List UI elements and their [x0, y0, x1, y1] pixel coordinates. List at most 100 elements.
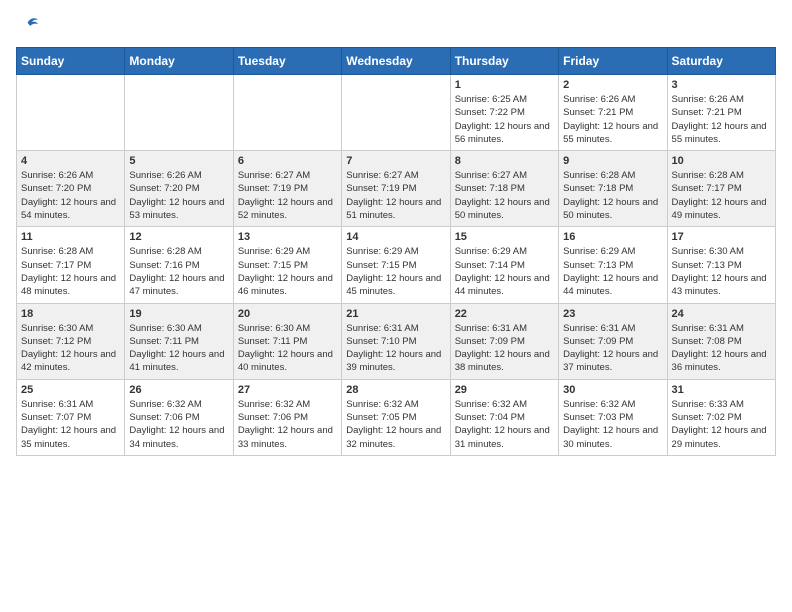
calendar-cell — [342, 75, 450, 151]
weekday-header-friday: Friday — [559, 48, 667, 75]
calendar-cell: 7 Sunrise: 6:27 AMSunset: 7:19 PMDaylight… — [342, 151, 450, 227]
day-info: Sunrise: 6:30 AMSunset: 7:11 PMDaylight:… — [129, 323, 224, 374]
day-info: Sunrise: 6:25 AMSunset: 7:22 PMDaylight:… — [455, 94, 550, 145]
calendar-cell: 26 Sunrise: 6:32 AMSunset: 7:06 PMDayligh… — [125, 379, 233, 455]
day-info: Sunrise: 6:26 AMSunset: 7:21 PMDaylight:… — [672, 94, 767, 145]
weekday-header-row: SundayMondayTuesdayWednesdayThursdayFrid… — [17, 48, 776, 75]
day-number: 21 — [346, 308, 445, 320]
day-info: Sunrise: 6:26 AMSunset: 7:20 PMDaylight:… — [21, 170, 116, 221]
day-number: 29 — [455, 384, 554, 396]
day-info: Sunrise: 6:30 AMSunset: 7:11 PMDaylight:… — [238, 323, 333, 374]
day-info: Sunrise: 6:27 AMSunset: 7:18 PMDaylight:… — [455, 170, 550, 221]
calendar-cell: 25 Sunrise: 6:31 AMSunset: 7:07 PMDayligh… — [17, 379, 125, 455]
day-info: Sunrise: 6:26 AMSunset: 7:21 PMDaylight:… — [563, 94, 658, 145]
day-number: 14 — [346, 231, 445, 243]
day-number: 3 — [672, 79, 771, 91]
calendar-cell: 4 Sunrise: 6:26 AMSunset: 7:20 PMDaylight… — [17, 151, 125, 227]
day-info: Sunrise: 6:31 AMSunset: 7:08 PMDaylight:… — [672, 323, 767, 374]
day-number: 22 — [455, 308, 554, 320]
calendar-cell — [17, 75, 125, 151]
calendar-cell: 22 Sunrise: 6:31 AMSunset: 7:09 PMDayligh… — [450, 303, 558, 379]
day-number: 19 — [129, 308, 228, 320]
week-row-1: 1 Sunrise: 6:25 AMSunset: 7:22 PMDaylight… — [17, 75, 776, 151]
day-info: Sunrise: 6:31 AMSunset: 7:09 PMDaylight:… — [455, 323, 550, 374]
calendar-cell: 14 Sunrise: 6:29 AMSunset: 7:15 PMDayligh… — [342, 227, 450, 303]
calendar-cell: 9 Sunrise: 6:28 AMSunset: 7:18 PMDaylight… — [559, 151, 667, 227]
day-number: 1 — [455, 79, 554, 91]
calendar-cell: 28 Sunrise: 6:32 AMSunset: 7:05 PMDayligh… — [342, 379, 450, 455]
day-number: 5 — [129, 155, 228, 167]
calendar-cell: 2 Sunrise: 6:26 AMSunset: 7:21 PMDaylight… — [559, 75, 667, 151]
day-number: 16 — [563, 231, 662, 243]
week-row-2: 4 Sunrise: 6:26 AMSunset: 7:20 PMDaylight… — [17, 151, 776, 227]
day-info: Sunrise: 6:33 AMSunset: 7:02 PMDaylight:… — [672, 399, 767, 450]
calendar-cell — [125, 75, 233, 151]
day-info: Sunrise: 6:32 AMSunset: 7:06 PMDaylight:… — [238, 399, 333, 450]
day-number: 4 — [21, 155, 120, 167]
logo — [16, 16, 40, 39]
day-info: Sunrise: 6:27 AMSunset: 7:19 PMDaylight:… — [346, 170, 441, 221]
calendar-cell: 10Sunrise: 6:28 AMSunset: 7:17 PMDayligh… — [667, 151, 775, 227]
calendar-cell: 11 Sunrise: 6:28 AMSunset: 7:17 PMDayligh… — [17, 227, 125, 303]
day-info: Sunrise: 6:27 AMSunset: 7:19 PMDaylight:… — [238, 170, 333, 221]
day-number: 28 — [346, 384, 445, 396]
week-row-5: 25 Sunrise: 6:31 AMSunset: 7:07 PMDayligh… — [17, 379, 776, 455]
day-info: Sunrise: 6:31 AMSunset: 7:07 PMDaylight:… — [21, 399, 116, 450]
day-info: Sunrise: 6:28 AMSunset: 7:17 PMDaylight:… — [21, 246, 116, 297]
day-number: 17 — [672, 231, 771, 243]
day-number: 18 — [21, 308, 120, 320]
calendar-cell: 21Sunrise: 6:31 AMSunset: 7:10 PMDayligh… — [342, 303, 450, 379]
calendar-cell: 3 Sunrise: 6:26 AMSunset: 7:21 PMDaylight… — [667, 75, 775, 151]
calendar-cell: 6 Sunrise: 6:27 AMSunset: 7:19 PMDaylight… — [233, 151, 341, 227]
day-info: Sunrise: 6:32 AMSunset: 7:04 PMDaylight:… — [455, 399, 550, 450]
day-number: 2 — [563, 79, 662, 91]
calendar-cell: 24 Sunrise: 6:31 AMSunset: 7:08 PMDayligh… — [667, 303, 775, 379]
day-info: Sunrise: 6:30 AMSunset: 7:13 PMDaylight:… — [672, 246, 767, 297]
day-number: 12 — [129, 231, 228, 243]
day-number: 30 — [563, 384, 662, 396]
day-number: 11 — [21, 231, 120, 243]
day-info: Sunrise: 6:28 AMSunset: 7:18 PMDaylight:… — [563, 170, 658, 221]
calendar-cell — [233, 75, 341, 151]
day-info: Sunrise: 6:29 AMSunset: 7:13 PMDaylight:… — [563, 246, 658, 297]
day-info: Sunrise: 6:29 AMSunset: 7:15 PMDaylight:… — [346, 246, 441, 297]
calendar-cell: 16 Sunrise: 6:29 AMSunset: 7:13 PMDayligh… — [559, 227, 667, 303]
day-number: 6 — [238, 155, 337, 167]
calendar-cell: 12 Sunrise: 6:28 AMSunset: 7:16 PMDayligh… — [125, 227, 233, 303]
day-info: Sunrise: 6:28 AMSunset: 7:17 PMDaylight:… — [672, 170, 767, 221]
day-number: 24 — [672, 308, 771, 320]
day-info: Sunrise: 6:32 AMSunset: 7:06 PMDaylight:… — [129, 399, 224, 450]
calendar-cell: 20 Sunrise: 6:30 AMSunset: 7:11 PMDayligh… — [233, 303, 341, 379]
weekday-header-wednesday: Wednesday — [342, 48, 450, 75]
calendar-cell: 18Sunrise: 6:30 AMSunset: 7:12 PMDayligh… — [17, 303, 125, 379]
day-number: 25 — [21, 384, 120, 396]
calendar-cell: 1 Sunrise: 6:25 AMSunset: 7:22 PMDaylight… — [450, 75, 558, 151]
calendar-cell: 13Sunrise: 6:29 AMSunset: 7:15 PMDayligh… — [233, 227, 341, 303]
day-info: Sunrise: 6:28 AMSunset: 7:16 PMDaylight:… — [129, 246, 224, 297]
day-info: Sunrise: 6:26 AMSunset: 7:20 PMDaylight:… — [129, 170, 224, 221]
day-info: Sunrise: 6:31 AMSunset: 7:09 PMDaylight:… — [563, 323, 658, 374]
day-number: 23 — [563, 308, 662, 320]
calendar-cell: 19 Sunrise: 6:30 AMSunset: 7:11 PMDayligh… — [125, 303, 233, 379]
weekday-header-sunday: Sunday — [17, 48, 125, 75]
day-number: 9 — [563, 155, 662, 167]
day-info: Sunrise: 6:32 AMSunset: 7:03 PMDaylight:… — [563, 399, 658, 450]
logo-bird-icon — [18, 16, 40, 39]
day-number: 20 — [238, 308, 337, 320]
day-info: Sunrise: 6:32 AMSunset: 7:05 PMDaylight:… — [346, 399, 441, 450]
day-number: 27 — [238, 384, 337, 396]
week-row-3: 11 Sunrise: 6:28 AMSunset: 7:17 PMDayligh… — [17, 227, 776, 303]
day-number: 26 — [129, 384, 228, 396]
weekday-header-monday: Monday — [125, 48, 233, 75]
week-row-4: 18Sunrise: 6:30 AMSunset: 7:12 PMDayligh… — [17, 303, 776, 379]
calendar-cell: 31Sunrise: 6:33 AMSunset: 7:02 PMDayligh… — [667, 379, 775, 455]
day-number: 15 — [455, 231, 554, 243]
weekday-header-saturday: Saturday — [667, 48, 775, 75]
calendar-cell: 30 Sunrise: 6:32 AMSunset: 7:03 PMDayligh… — [559, 379, 667, 455]
weekday-header-tuesday: Tuesday — [233, 48, 341, 75]
day-number: 7 — [346, 155, 445, 167]
calendar-cell: 23 Sunrise: 6:31 AMSunset: 7:09 PMDayligh… — [559, 303, 667, 379]
weekday-header-thursday: Thursday — [450, 48, 558, 75]
day-number: 13 — [238, 231, 337, 243]
day-info: Sunrise: 6:29 AMSunset: 7:14 PMDaylight:… — [455, 246, 550, 297]
